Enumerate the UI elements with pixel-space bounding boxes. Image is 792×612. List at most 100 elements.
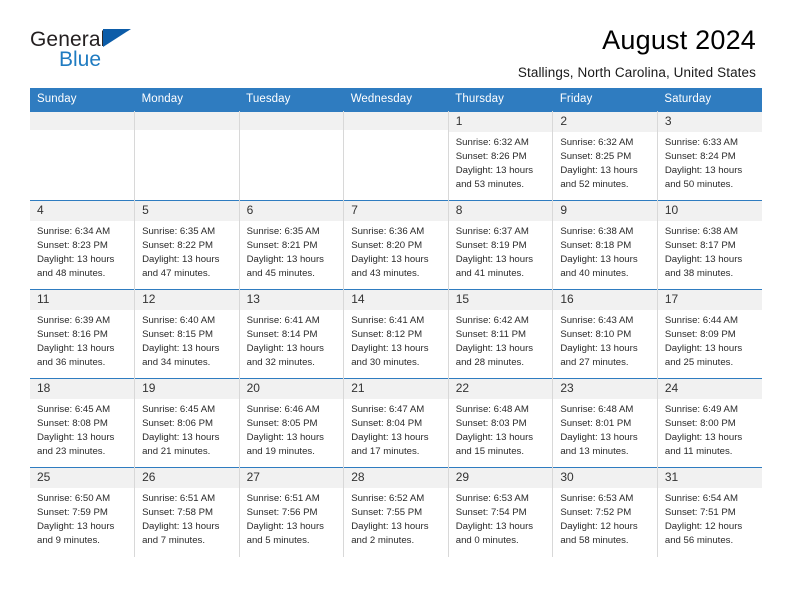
daylight-duration-line1: Daylight: 13 hours bbox=[351, 432, 429, 444]
day-number: 7 bbox=[344, 201, 448, 221]
calendar-day-cell[interactable]: 7 Sunrise: 6:36 AM Sunset: 8:20 PM Daylight… bbox=[343, 200, 449, 290]
daylight-duration-line2: and 13 minutes. bbox=[560, 446, 629, 458]
daylight-duration-line1: Daylight: 13 hours bbox=[37, 521, 115, 533]
sunrise-time: Sunrise: 6:38 AM bbox=[560, 225, 634, 237]
daylight-duration-line1: Daylight: 13 hours bbox=[664, 254, 743, 266]
calendar-day-cell[interactable]: 24 Sunrise: 6:49 AM Sunset: 8:00 PM Dayligh… bbox=[657, 378, 762, 468]
calendar-day-cell[interactable]: 11 Sunrise: 6:39 AM Sunset: 8:16 PM Dayligh… bbox=[30, 289, 136, 379]
day-details: Sunrise: 6:34 AM Sunset: 8:23 PM Daylight:… bbox=[30, 221, 134, 282]
day-details: Sunrise: 6:37 AM Sunset: 8:19 PM Daylight:… bbox=[449, 221, 553, 282]
daylight-duration-line1: Daylight: 13 hours bbox=[455, 343, 534, 355]
calendar-day-cell[interactable]: 3 Sunrise: 6:33 AM Sunset: 8:24 PM Daylight… bbox=[657, 111, 762, 201]
calendar-day-cell[interactable]: 12 Sunrise: 6:40 AM Sunset: 8:15 PM Dayligh… bbox=[134, 289, 240, 379]
sunset-time: Sunset: 7:56 PM bbox=[246, 506, 318, 518]
daylight-duration-line2: and 2 minutes. bbox=[351, 535, 415, 547]
day-number: 20 bbox=[239, 379, 344, 399]
sunrise-time: Sunrise: 6:40 AM bbox=[142, 314, 216, 326]
day-details: Sunrise: 6:38 AM Sunset: 8:17 PM Daylight:… bbox=[658, 221, 762, 282]
daylight-duration-line2: and 0 minutes. bbox=[455, 535, 519, 547]
day-details: Sunrise: 6:43 AM Sunset: 8:10 PM Daylight:… bbox=[553, 310, 657, 371]
calendar-day-cell[interactable]: 13 Sunrise: 6:41 AM Sunset: 8:14 PM Dayligh… bbox=[239, 289, 345, 379]
calendar-week-row: 1 Sunrise: 6:32 AM Sunset: 8:26 PM Daylight… bbox=[30, 111, 762, 201]
day-details: Sunrise: 6:41 AM Sunset: 8:14 PM Daylight:… bbox=[240, 310, 344, 371]
calendar-day-cell[interactable]: 25 Sunrise: 6:50 AM Sunset: 7:59 PM Dayligh… bbox=[30, 467, 136, 557]
daylight-duration-line1: Daylight: 13 hours bbox=[142, 343, 220, 355]
day-details: Sunrise: 6:33 AM Sunset: 8:24 PM Daylight:… bbox=[658, 132, 762, 193]
day-details: Sunrise: 6:49 AM Sunset: 8:00 PM Daylight:… bbox=[658, 399, 762, 460]
calendar-cell-empty bbox=[239, 111, 345, 201]
sunrise-time: Sunrise: 6:45 AM bbox=[142, 403, 216, 415]
calendar-day-cell[interactable]: 17 Sunrise: 6:44 AM Sunset: 8:09 PM Dayligh… bbox=[657, 289, 762, 379]
daylight-duration-line2: and 19 minutes. bbox=[246, 446, 315, 458]
calendar-day-cell[interactable]: 1 Sunrise: 6:32 AM Sunset: 8:26 PM Daylight… bbox=[448, 111, 554, 201]
calendar-day-cell[interactable]: 21 Sunrise: 6:47 AM Sunset: 8:04 PM Dayligh… bbox=[343, 378, 449, 468]
daylight-duration-line2: and 43 minutes. bbox=[351, 268, 420, 280]
calendar-day-cell[interactable]: 28 Sunrise: 6:52 AM Sunset: 7:55 PM Dayligh… bbox=[343, 467, 449, 557]
sunset-time: Sunset: 8:14 PM bbox=[246, 328, 318, 340]
page-header: General Blue August 2024 Stallings, Nort… bbox=[0, 0, 792, 81]
calendar-day-cell[interactable]: 9 Sunrise: 6:38 AM Sunset: 8:18 PM Daylight… bbox=[552, 200, 658, 290]
calendar-day-cell[interactable]: 26 Sunrise: 6:51 AM Sunset: 7:58 PM Dayligh… bbox=[134, 467, 240, 557]
calendar-day-cell[interactable]: 23 Sunrise: 6:48 AM Sunset: 8:01 PM Dayligh… bbox=[552, 378, 658, 468]
daylight-duration-line1: Daylight: 13 hours bbox=[37, 343, 115, 355]
calendar-day-cell[interactable]: 15 Sunrise: 6:42 AM Sunset: 8:11 PM Dayligh… bbox=[448, 289, 554, 379]
day-number: 10 bbox=[657, 201, 762, 221]
day-number bbox=[30, 112, 135, 130]
calendar-day-cell[interactable]: 18 Sunrise: 6:45 AM Sunset: 8:08 PM Dayligh… bbox=[30, 378, 136, 468]
day-number: 1 bbox=[448, 112, 553, 132]
sunset-time: Sunset: 8:16 PM bbox=[37, 328, 108, 340]
calendar-day-cell[interactable]: 8 Sunrise: 6:37 AM Sunset: 8:19 PM Daylight… bbox=[448, 200, 554, 290]
daylight-duration-line2: and 17 minutes. bbox=[351, 446, 420, 458]
daylight-duration-line2: and 7 minutes. bbox=[142, 535, 205, 547]
day-number: 31 bbox=[657, 468, 762, 488]
calendar-day-cell[interactable]: 6 Sunrise: 6:35 AM Sunset: 8:21 PM Daylight… bbox=[239, 200, 345, 290]
logo-text-general: General bbox=[30, 28, 106, 51]
calendar-day-cell[interactable]: 29 Sunrise: 6:53 AM Sunset: 7:54 PM Dayligh… bbox=[448, 467, 554, 557]
daylight-duration-line1: Daylight: 13 hours bbox=[664, 343, 743, 355]
calendar-day-cell[interactable]: 31 Sunrise: 6:54 AM Sunset: 7:51 PM Dayligh… bbox=[657, 467, 762, 557]
day-number: 23 bbox=[553, 379, 657, 399]
calendar-day-cell[interactable]: 27 Sunrise: 6:51 AM Sunset: 7:56 PM Dayligh… bbox=[239, 467, 345, 557]
day-number: 22 bbox=[448, 379, 553, 399]
day-details: Sunrise: 6:35 AM Sunset: 8:21 PM Daylight:… bbox=[240, 221, 344, 282]
sunset-time: Sunset: 8:26 PM bbox=[455, 150, 527, 162]
daylight-duration-line2: and 25 minutes. bbox=[664, 357, 734, 369]
sunset-time: Sunset: 8:06 PM bbox=[142, 417, 213, 429]
day-details: Sunrise: 6:46 AM Sunset: 8:05 PM Daylight:… bbox=[240, 399, 344, 460]
daylight-duration-line1: Daylight: 13 hours bbox=[455, 521, 534, 533]
sunrise-time: Sunrise: 6:35 AM bbox=[246, 225, 320, 237]
calendar-day-cell[interactable]: 5 Sunrise: 6:35 AM Sunset: 8:22 PM Daylight… bbox=[134, 200, 240, 290]
day-details: Sunrise: 6:51 AM Sunset: 7:56 PM Daylight:… bbox=[240, 488, 344, 549]
sunrise-time: Sunrise: 6:41 AM bbox=[246, 314, 320, 326]
day-details: Sunrise: 6:32 AM Sunset: 8:25 PM Daylight:… bbox=[553, 132, 657, 193]
calendar-day-cell[interactable]: 16 Sunrise: 6:43 AM Sunset: 8:10 PM Dayligh… bbox=[552, 289, 658, 379]
daylight-duration-line2: and 9 minutes. bbox=[37, 535, 100, 547]
sunrise-time: Sunrise: 6:53 AM bbox=[455, 492, 529, 504]
calendar-day-cell[interactable]: 10 Sunrise: 6:38 AM Sunset: 8:17 PM Dayligh… bbox=[657, 200, 762, 290]
calendar-day-cell[interactable]: 30 Sunrise: 6:53 AM Sunset: 7:52 PM Dayligh… bbox=[552, 467, 658, 557]
sunset-time: Sunset: 8:25 PM bbox=[560, 150, 632, 162]
day-number bbox=[344, 112, 448, 130]
day-details: Sunrise: 6:38 AM Sunset: 8:18 PM Daylight:… bbox=[553, 221, 657, 282]
general-blue-logo[interactable]: General Blue bbox=[30, 26, 160, 78]
calendar-day-cell[interactable]: 22 Sunrise: 6:48 AM Sunset: 8:03 PM Dayligh… bbox=[448, 378, 554, 468]
day-number: 5 bbox=[135, 201, 239, 221]
day-details: Sunrise: 6:50 AM Sunset: 7:59 PM Daylight:… bbox=[30, 488, 134, 549]
sunrise-time: Sunrise: 6:49 AM bbox=[664, 403, 738, 415]
sunrise-time: Sunrise: 6:38 AM bbox=[664, 225, 738, 237]
day-number: 18 bbox=[30, 379, 135, 399]
calendar-day-cell[interactable]: 19 Sunrise: 6:45 AM Sunset: 8:06 PM Dayligh… bbox=[134, 378, 240, 468]
daylight-duration-line2: and 58 minutes. bbox=[560, 535, 629, 547]
weekday-header-thursday: Thursday bbox=[448, 88, 553, 112]
daylight-duration-line2: and 41 minutes. bbox=[455, 268, 525, 280]
day-number bbox=[239, 112, 344, 130]
day-details: Sunrise: 6:42 AM Sunset: 8:11 PM Daylight:… bbox=[449, 310, 553, 371]
day-number: 4 bbox=[30, 201, 135, 221]
calendar-day-cell[interactable]: 14 Sunrise: 6:41 AM Sunset: 8:12 PM Dayligh… bbox=[343, 289, 449, 379]
day-details: Sunrise: 6:32 AM Sunset: 8:26 PM Daylight:… bbox=[449, 132, 553, 193]
calendar-day-cell[interactable]: 2 Sunrise: 6:32 AM Sunset: 8:25 PM Daylight… bbox=[552, 111, 658, 201]
day-details: Sunrise: 6:45 AM Sunset: 8:06 PM Daylight:… bbox=[135, 399, 239, 460]
calendar-day-cell[interactable]: 4 Sunrise: 6:34 AM Sunset: 8:23 PM Daylight… bbox=[30, 200, 136, 290]
calendar-day-cell[interactable]: 20 Sunrise: 6:46 AM Sunset: 8:05 PM Dayligh… bbox=[239, 378, 345, 468]
day-details: Sunrise: 6:45 AM Sunset: 8:08 PM Daylight:… bbox=[30, 399, 134, 460]
